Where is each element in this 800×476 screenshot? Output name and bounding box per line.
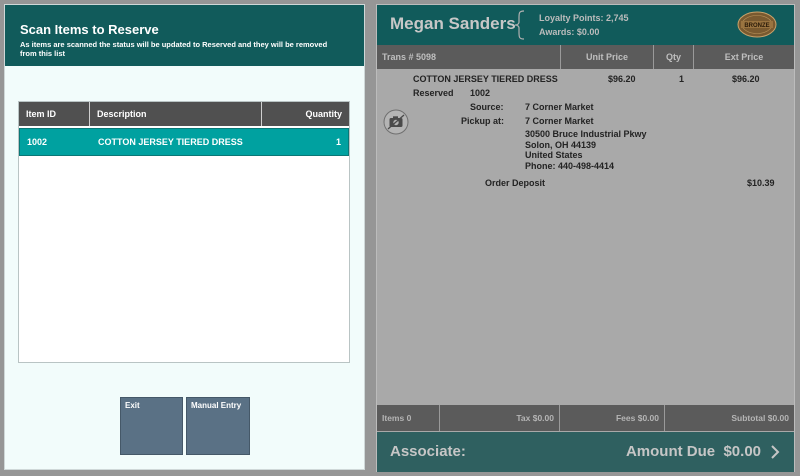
items-grid: Item ID Description Quantity 1002 COTTON… bbox=[18, 101, 350, 363]
tax-total: Tax $0.00 bbox=[440, 405, 560, 431]
items-count: Items 0 bbox=[377, 405, 440, 431]
chevron-right-icon[interactable] bbox=[770, 445, 780, 459]
row-item-id: 1002 bbox=[27, 137, 48, 147]
transaction-number: Trans # 5098 bbox=[377, 45, 561, 69]
source-value: 7 Corner Market bbox=[525, 102, 594, 112]
exit-button[interactable]: Exit bbox=[120, 397, 183, 455]
pickup-value: 7 Corner Market bbox=[525, 116, 594, 126]
row-description: COTTON JERSEY TIERED DRESS bbox=[98, 137, 243, 147]
order-deposit-label: Order Deposit bbox=[485, 178, 546, 188]
table-row[interactable]: 1002 COTTON JERSEY TIERED DRESS 1 bbox=[19, 128, 349, 156]
line-item-description: COTTON JERSEY TIERED DRESS bbox=[413, 74, 558, 84]
line-item-status: Reserved bbox=[413, 88, 454, 98]
line-item-qty: 1 bbox=[679, 74, 685, 84]
pickup-address: 30500 Bruce Industrial Pkwy Solon, OH 44… bbox=[525, 129, 647, 171]
tier-badge-label: BRONZE bbox=[744, 23, 769, 29]
customer-name[interactable]: Megan Sanders bbox=[390, 14, 516, 34]
subtotal: Subtotal $0.00 bbox=[731, 413, 789, 423]
column-ext-price: Ext Price bbox=[724, 52, 764, 62]
address-line: United States bbox=[525, 150, 583, 160]
column-quantity: Quantity bbox=[305, 109, 342, 119]
address-line: 30500 Bruce Industrial Pkwy bbox=[525, 129, 647, 139]
line-item-unit-price: $96.20 bbox=[608, 74, 636, 84]
order-deposit-value: $10.39 bbox=[747, 178, 775, 188]
amount-due-bar[interactable]: Associate: Amount Due $0.00 bbox=[377, 432, 794, 472]
source-label: Source: bbox=[470, 102, 504, 112]
scan-panel-header: Scan Items to Reserve As items are scann… bbox=[5, 5, 364, 66]
fees-total: Fees $0.00 bbox=[560, 405, 665, 431]
camera-icon[interactable] bbox=[383, 109, 409, 135]
scan-panel-title: Scan Items to Reserve bbox=[20, 22, 159, 37]
address-phone: Phone: 440-498-4414 bbox=[525, 160, 615, 171]
scan-items-panel: Scan Items to Reserve As items are scann… bbox=[4, 4, 365, 470]
line-item-status-id: 1002 bbox=[470, 88, 491, 98]
column-qty: Qty bbox=[654, 45, 694, 69]
associate-label: Associate: bbox=[390, 443, 466, 460]
customer-header[interactable]: Megan Sanders Loyalty Points: 2,745 Awar… bbox=[377, 5, 794, 45]
column-unit-price: Unit Price bbox=[561, 45, 654, 69]
pickup-label: Pickup at: bbox=[461, 116, 505, 126]
column-description: Description bbox=[90, 102, 262, 126]
line-item-ext-price: $96.20 bbox=[732, 74, 760, 84]
address-line: Solon, OH 44139 bbox=[525, 139, 597, 150]
brace-icon bbox=[514, 10, 525, 40]
awards: Awards: $0.00 bbox=[539, 27, 600, 37]
column-item-id: Item ID bbox=[19, 102, 90, 126]
totals-bar: Items 0 Tax $0.00 Fees $0.00 Subtotal $0… bbox=[377, 405, 794, 431]
items-grid-header: Item ID Description Quantity bbox=[19, 102, 349, 126]
manual-entry-button[interactable]: Manual Entry bbox=[186, 397, 250, 455]
scan-panel-subtitle: As items are scanned the status will be … bbox=[20, 40, 328, 58]
bronze-badge-icon: BRONZE bbox=[737, 11, 777, 38]
loyalty-info: Loyalty Points: 2,745 Awards: $0.00 bbox=[539, 11, 629, 39]
loyalty-points: Loyalty Points: 2,745 bbox=[539, 13, 629, 23]
transaction-panel: Megan Sanders Loyalty Points: 2,745 Awar… bbox=[376, 4, 795, 472]
amount-due: Amount Due $0.00 bbox=[625, 443, 761, 460]
transaction-header: Trans # 5098 Unit Price Qty Ext Price bbox=[377, 45, 794, 69]
row-quantity: 1 bbox=[335, 137, 341, 147]
